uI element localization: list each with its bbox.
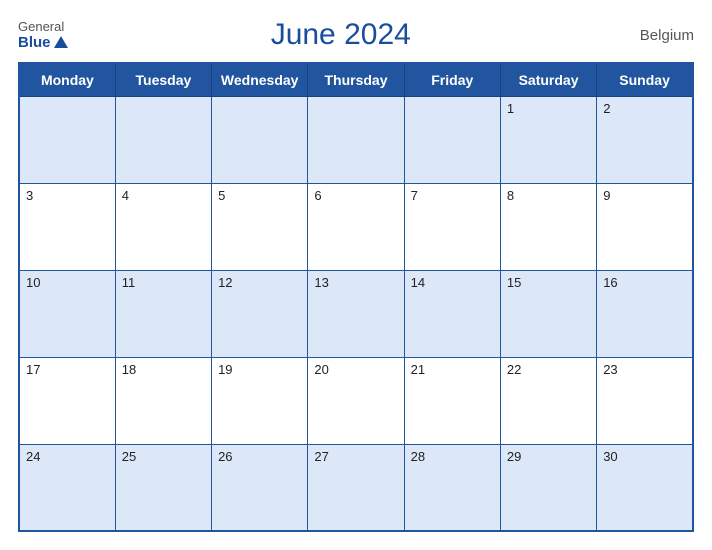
- calendar-cell: 26: [212, 444, 308, 531]
- day-number: 28: [411, 449, 425, 464]
- day-number: 27: [314, 449, 328, 464]
- day-number: 9: [603, 188, 610, 203]
- logo-blue-text: Blue: [18, 34, 68, 51]
- day-number: 17: [26, 362, 40, 377]
- day-number: 4: [122, 188, 129, 203]
- day-number: 24: [26, 449, 40, 464]
- calendar-week-row: 24 25 26 27 28 29 30: [19, 444, 693, 531]
- calendar-cell: 28: [404, 444, 500, 531]
- calendar-cell: 30: [597, 444, 693, 531]
- calendar-cell: 5: [212, 183, 308, 270]
- day-number: 22: [507, 362, 521, 377]
- calendar-cell: 17: [19, 357, 115, 444]
- country-label: Belgium: [614, 27, 694, 44]
- calendar-cell: 24: [19, 444, 115, 531]
- calendar-cell: 23: [597, 357, 693, 444]
- calendar-cell: 14: [404, 270, 500, 357]
- day-number: 11: [122, 275, 136, 290]
- logo-general-text: General: [18, 19, 64, 34]
- calendar-cell: 18: [115, 357, 211, 444]
- calendar-cell: 27: [308, 444, 404, 531]
- calendar-cell: 10: [19, 270, 115, 357]
- calendar-cell: 12: [212, 270, 308, 357]
- day-number: 10: [26, 275, 40, 290]
- day-number: 6: [314, 188, 321, 203]
- day-number: 7: [411, 188, 418, 203]
- calendar-week-row: 12: [19, 97, 693, 184]
- calendar-cell: 16: [597, 270, 693, 357]
- calendar-cell: 22: [500, 357, 596, 444]
- calendar-cell: 11: [115, 270, 211, 357]
- day-number: 30: [603, 449, 617, 464]
- calendar-cell: 25: [115, 444, 211, 531]
- calendar-cell: 19: [212, 357, 308, 444]
- calendar-week-row: 3 4 5 6 7 8 9: [19, 183, 693, 270]
- calendar-cell: 15: [500, 270, 596, 357]
- weekday-header-row: MondayTuesdayWednesdayThursdayFridaySatu…: [19, 63, 693, 97]
- calendar-cell: 8: [500, 183, 596, 270]
- calendar-cell: 20: [308, 357, 404, 444]
- logo-triangle-icon: [54, 36, 68, 48]
- calendar-cell: 7: [404, 183, 500, 270]
- day-number: 12: [218, 275, 232, 290]
- day-number: 20: [314, 362, 328, 377]
- calendar-cell: [212, 97, 308, 184]
- day-number: 8: [507, 188, 514, 203]
- day-number: 1: [507, 101, 514, 116]
- weekday-header-tuesday: Tuesday: [115, 63, 211, 97]
- day-number: 3: [26, 188, 33, 203]
- weekday-header-wednesday: Wednesday: [212, 63, 308, 97]
- calendar-cell: 6: [308, 183, 404, 270]
- calendar-cell: 29: [500, 444, 596, 531]
- calendar-cell: 13: [308, 270, 404, 357]
- weekday-header-saturday: Saturday: [500, 63, 596, 97]
- calendar-week-row: 10 11 12 13 14 15 16: [19, 270, 693, 357]
- day-number: 29: [507, 449, 521, 464]
- calendar-cell: [115, 97, 211, 184]
- calendar-table: MondayTuesdayWednesdayThursdayFridaySatu…: [18, 62, 694, 532]
- day-number: 23: [603, 362, 617, 377]
- day-number: 18: [122, 362, 136, 377]
- day-number: 16: [603, 275, 617, 290]
- calendar-cell: [404, 97, 500, 184]
- day-number: 13: [314, 275, 328, 290]
- weekday-header-friday: Friday: [404, 63, 500, 97]
- calendar-cell: 2: [597, 97, 693, 184]
- calendar-cell: 1: [500, 97, 596, 184]
- day-number: 19: [218, 362, 232, 377]
- day-number: 25: [122, 449, 136, 464]
- page-title: June 2024: [68, 18, 614, 52]
- day-number: 14: [411, 275, 425, 290]
- calendar-cell: 21: [404, 357, 500, 444]
- day-number: 15: [507, 275, 521, 290]
- calendar-cell: 4: [115, 183, 211, 270]
- calendar-cell: [19, 97, 115, 184]
- calendar-week-row: 17 18 19 20 21 22 23: [19, 357, 693, 444]
- calendar-cell: [308, 97, 404, 184]
- calendar-cell: 3: [19, 183, 115, 270]
- weekday-header-sunday: Sunday: [597, 63, 693, 97]
- weekday-header-monday: Monday: [19, 63, 115, 97]
- page-header: General Blue June 2024 Belgium: [18, 18, 694, 52]
- day-number: 21: [411, 362, 425, 377]
- weekday-header-thursday: Thursday: [308, 63, 404, 97]
- day-number: 5: [218, 188, 225, 203]
- day-number: 26: [218, 449, 232, 464]
- day-number: 2: [603, 101, 610, 116]
- logo: General Blue: [18, 19, 68, 51]
- calendar-cell: 9: [597, 183, 693, 270]
